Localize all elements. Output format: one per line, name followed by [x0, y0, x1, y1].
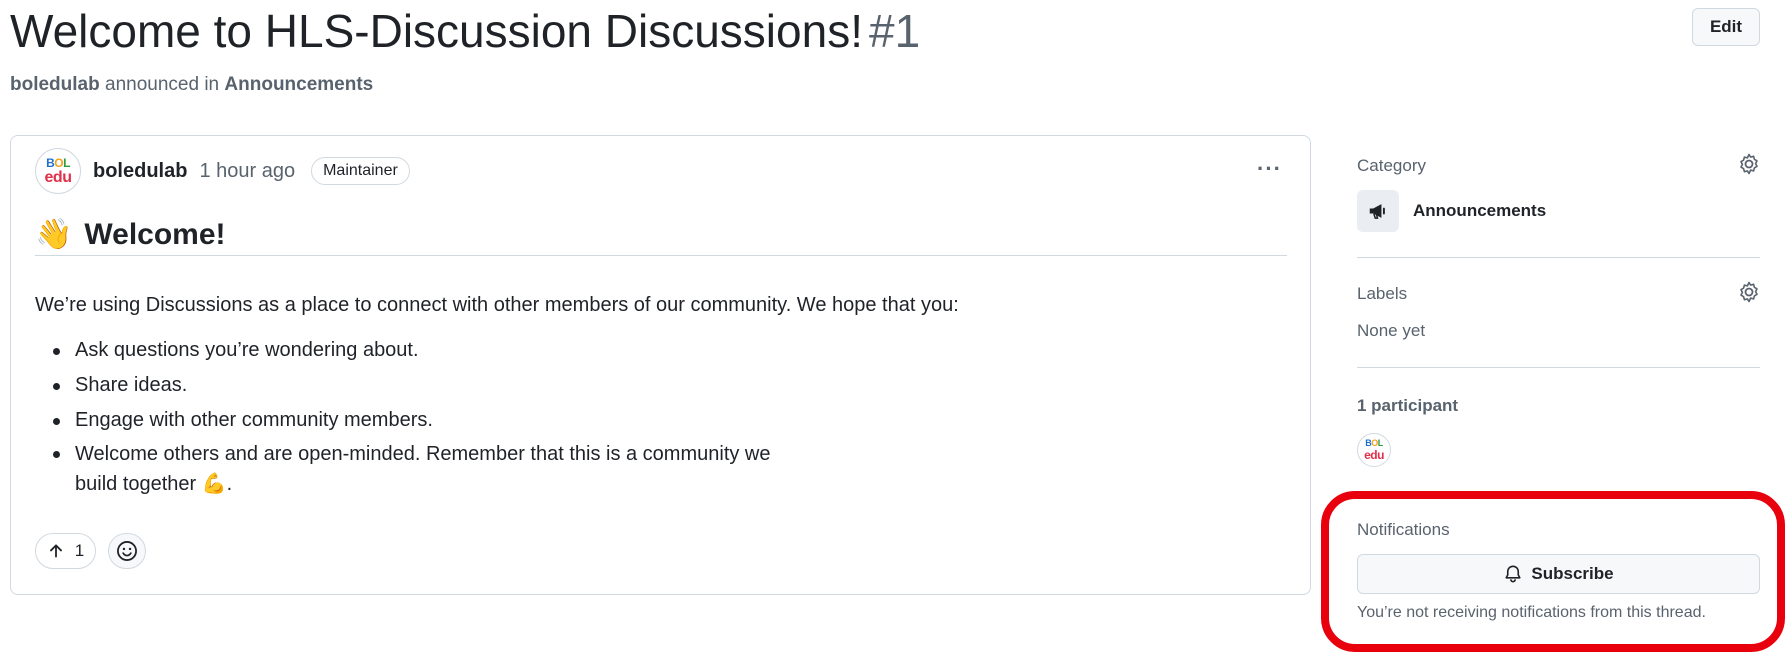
- avatar-logo-bottom: edu: [1364, 448, 1384, 462]
- avatar-logo-bottom: edu: [44, 168, 72, 186]
- gear-icon[interactable]: [1737, 152, 1761, 176]
- category-name: Announcements: [1413, 201, 1547, 220]
- maintainer-badge: Maintainer: [311, 157, 410, 185]
- megaphone-icon: [1357, 190, 1399, 232]
- byline-category-link[interactable]: Announcements: [224, 74, 373, 95]
- upvote-count: 1: [74, 541, 85, 560]
- smiley-icon: [117, 541, 137, 561]
- list-item-line2: build together: [75, 473, 197, 495]
- discussion-byline: boledulab announced in Announcements: [10, 74, 373, 96]
- list-item-line1: Welcome others and are open-minded. Reme…: [75, 443, 771, 465]
- category-label: Category: [1357, 156, 1426, 175]
- kebab-menu-icon[interactable]: ···: [1257, 156, 1282, 182]
- post-bullet-list: Ask questions you’re wondering about. Sh…: [35, 332, 771, 499]
- post-heading: 👋 Welcome!: [35, 214, 1287, 256]
- flexed-biceps-icon: 💪: [201, 473, 227, 495]
- arrow-up-icon: [49, 544, 62, 558]
- participants-label: 1 participant: [1357, 396, 1459, 415]
- add-reaction-button[interactable]: [108, 533, 146, 569]
- labels-label: Labels: [1357, 284, 1408, 303]
- discussion-number: #1: [868, 5, 921, 57]
- gear-icon[interactable]: [1737, 280, 1761, 304]
- discussion-title: Welcome to HLS-Discussion Discussions! #1: [10, 0, 920, 62]
- discussion-post: BOL edu boledulab 1 hour ago Maintainer …: [10, 135, 1311, 595]
- list-item: Ask questions you’re wondering about.: [35, 332, 771, 367]
- byline-author-link[interactable]: boledulab: [10, 74, 100, 95]
- list-item: Engage with other community members.: [35, 402, 771, 437]
- byline-verb: announced in: [105, 74, 220, 95]
- discussion-title-text: Welcome to HLS-Discussion Discussions!: [10, 5, 863, 57]
- highlight-annotation: [1321, 491, 1785, 652]
- sidebar-divider: [1357, 257, 1760, 258]
- avatar-logo-top: BOL: [1365, 438, 1383, 448]
- participant-avatar[interactable]: BOL edu: [1357, 433, 1391, 467]
- post-timestamp[interactable]: 1 hour ago: [199, 160, 295, 183]
- waving-hand-icon: 👋: [35, 217, 73, 251]
- labels-value: None yet: [1357, 321, 1426, 340]
- list-item: Welcome others and are open-minded. Reme…: [35, 439, 771, 499]
- category-item[interactable]: Announcements: [1357, 190, 1546, 232]
- edit-button[interactable]: Edit: [1692, 8, 1760, 46]
- post-header: BOL edu boledulab 1 hour ago Maintainer: [35, 148, 410, 194]
- reaction-row: 1: [35, 533, 146, 569]
- post-author-link[interactable]: boledulab: [93, 160, 187, 183]
- discussion-header: Welcome to HLS-Discussion Discussions! #1: [10, 0, 920, 62]
- avatar[interactable]: BOL edu: [35, 148, 81, 194]
- avatar-logo-top: BOL: [46, 155, 70, 170]
- list-item-period: .: [226, 473, 233, 495]
- post-heading-text: Welcome!: [84, 217, 226, 251]
- post-intro: We’re using Discussions as a place to co…: [35, 294, 959, 316]
- sidebar-divider: [1357, 367, 1760, 368]
- upvote-button[interactable]: 1: [35, 533, 96, 569]
- list-item: Share ideas.: [35, 367, 771, 402]
